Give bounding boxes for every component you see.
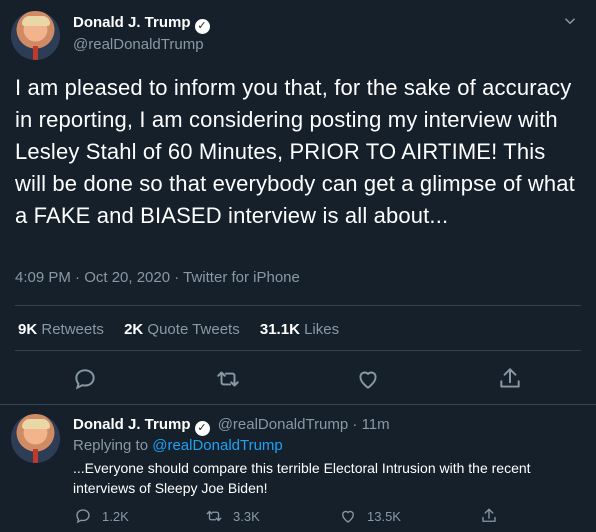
replying-to-link[interactable]: @realDonaldTrump	[152, 437, 283, 454]
reply-author-name[interactable]: Donald J. Trump	[73, 416, 191, 433]
author-name[interactable]: Donald J. Trump	[73, 14, 191, 31]
tweet-stats: 9K Retweets 2K Quote Tweets 31.1K Likes	[18, 321, 355, 338]
reply-header: Donald J. Trump ✓ @realDonaldTrump · 11m	[73, 416, 390, 436]
quotes-count: 2K	[124, 321, 144, 338]
tweet-text: I am pleased to inform you that, for the…	[15, 75, 575, 228]
reply-retweet-button[interactable]: 3.3K	[205, 507, 260, 525]
reply-retweet-count: 1.2K	[102, 508, 129, 524]
reply-share-count: 13.5K	[367, 508, 401, 524]
retweet-icon	[206, 510, 222, 522]
reply-reply-button[interactable]: 1.2K	[74, 507, 129, 525]
retweet-icon[interactable]	[215, 366, 241, 392]
reply-like-button[interactable]: 13.5K	[339, 507, 401, 525]
tweet-timestamp[interactable]: 4:09 PM · Oct 20, 2020 · Twitter for iPh…	[15, 269, 300, 286]
likes-label: Likes	[304, 321, 340, 338]
chevron-down-icon[interactable]	[561, 12, 579, 30]
reply-text: ...Everyone should compare this terrible…	[73, 460, 531, 496]
likes-count: 31.1K	[259, 321, 300, 338]
verified-badge-icon: ✓	[194, 19, 210, 34]
reply-author-avatar[interactable]	[11, 414, 60, 463]
quotes-label: Quote Tweets	[147, 321, 240, 338]
divider	[15, 350, 581, 351]
replying-to: Replying to @realDonaldTrump	[73, 437, 283, 454]
quotes-stat[interactable]: 2K Quote Tweets	[124, 321, 240, 338]
reply-share-button[interactable]	[480, 507, 508, 525]
retweets-label: Retweets	[41, 321, 104, 338]
author-name-row[interactable]: Donald J. Trump ✓	[73, 14, 210, 34]
replying-prefix: Replying to	[73, 437, 149, 454]
reply-icon	[76, 509, 90, 524]
share-icon[interactable]	[497, 366, 523, 392]
author-handle[interactable]: @realDonaldTrump	[73, 36, 204, 53]
divider	[0, 404, 596, 405]
reply-handle-time[interactable]: @realDonaldTrump · 11m	[218, 416, 390, 433]
author-avatar[interactable]	[11, 11, 60, 60]
reply-icon[interactable]	[72, 366, 98, 392]
share-icon	[482, 508, 496, 522]
verified-badge-icon: ✓	[194, 421, 210, 436]
tweet-action-bar	[0, 366, 596, 392]
retweets-stat[interactable]: 9K Retweets	[18, 321, 104, 338]
divider	[15, 305, 581, 306]
like-icon	[342, 510, 354, 523]
reply-like-count: 3.3K	[233, 508, 260, 524]
retweets-count: 9K	[18, 321, 38, 338]
like-icon[interactable]	[355, 366, 381, 392]
reply-action-bar: 1.2K 3.3K 13.5K	[0, 507, 596, 527]
likes-stat[interactable]: 31.1K Likes	[260, 321, 339, 338]
